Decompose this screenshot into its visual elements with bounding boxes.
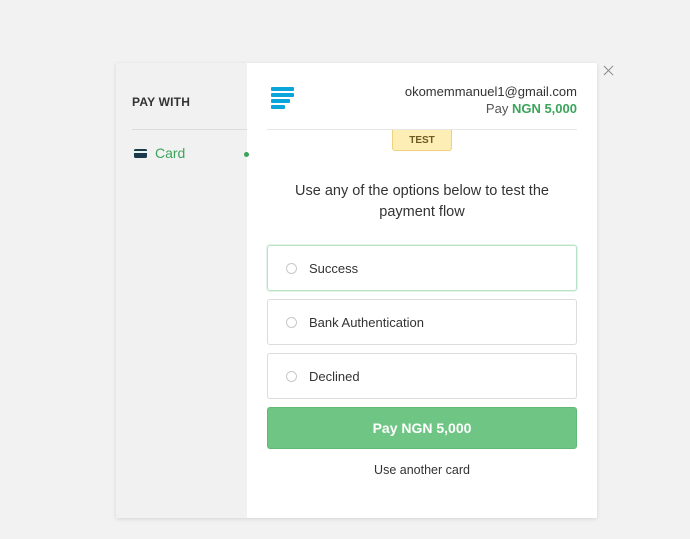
option-label: Bank Authentication <box>309 314 424 330</box>
test-mode-badge: TEST <box>392 130 452 151</box>
sidebar-divider <box>132 129 247 130</box>
amount-line: Pay NGN 5,000 <box>405 100 577 118</box>
close-icon[interactable] <box>601 63 617 79</box>
stacked-bars-logo-icon <box>271 87 294 111</box>
use-another-card-link[interactable]: Use another card <box>247 463 597 477</box>
pay-button[interactable]: Pay NGN 5,000 <box>267 407 577 449</box>
pay-with-heading: PAY WITH <box>132 95 191 109</box>
pay-amount: NGN 5,000 <box>511 101 577 116</box>
sidebar-item-label: Card <box>155 145 186 161</box>
pay-prefix: Pay <box>485 101 509 116</box>
sidebar-item-card[interactable]: Card <box>134 145 185 161</box>
option-label: Success <box>309 260 359 276</box>
payment-modal: PAY WITH Card okomemmanuel1@gmail.com Pa… <box>116 63 597 518</box>
option-declined[interactable]: Declined <box>267 353 577 399</box>
option-success[interactable]: Success <box>267 245 577 291</box>
card-icon <box>134 148 147 158</box>
customer-info: okomemmanuel1@gmail.com Pay NGN 5,000 <box>405 83 577 118</box>
payment-methods-sidebar: PAY WITH Card <box>116 63 249 518</box>
radio-icon <box>286 316 297 328</box>
payment-main-panel: okomemmanuel1@gmail.com Pay NGN 5,000 TE… <box>247 63 597 518</box>
option-label: Declined <box>309 368 360 384</box>
instructions-text: Use any of the options below to test the… <box>295 183 549 220</box>
option-bank-authentication[interactable]: Bank Authentication <box>267 299 577 345</box>
radio-icon <box>286 370 297 382</box>
radio-icon <box>286 262 297 274</box>
customer-email: okomemmanuel1@gmail.com <box>404 84 577 99</box>
